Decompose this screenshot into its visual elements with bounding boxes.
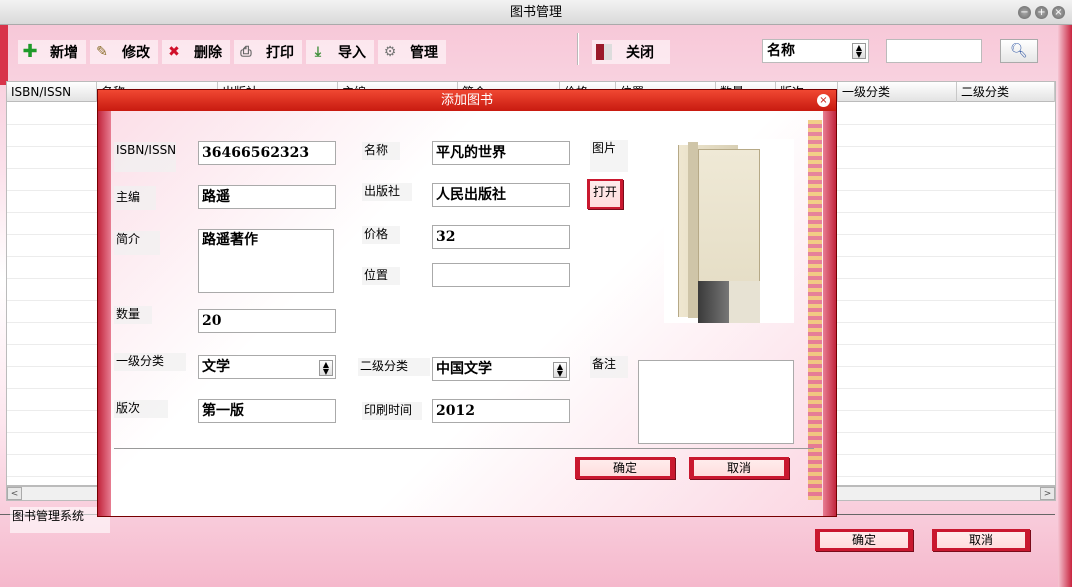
publisher-label: 出版社 [362,183,412,201]
add-book-dialog: 添加图书 × ISBN/ISSN 36466562323 主编 路遥 简介 路遥… [97,89,837,517]
image-label: 图片 [590,140,628,172]
editor-label: 主编 [114,186,156,210]
search-icon: 🔍︎ [1010,43,1028,59]
status-system-name: 图书管理系统 [10,507,110,533]
category1-select[interactable]: 文学 ▲ ▼ [198,355,336,379]
column-header[interactable]: 一级分类 [838,82,957,102]
close-button[interactable]: 关闭 [592,40,670,64]
dialog-separator [114,448,814,449]
dialog-close-icon[interactable]: × [817,94,830,107]
column-header[interactable]: ISBN/ISSN [7,82,97,102]
delete-button[interactable]: ✖ 删除 [162,40,230,64]
dialog-decor-pattern [808,120,822,500]
edit-button[interactable]: ✎ 修改 [90,40,158,64]
delete-x-icon: ✖ [168,44,180,60]
dialog-decor-right [823,111,836,516]
window-title: 图书管理 [509,5,562,20]
spinner-icon[interactable]: ▲ ▼ [319,360,333,376]
quantity-field[interactable]: 20 [198,309,336,333]
search-field-select[interactable]: 名称 ▲ ▼ [762,39,869,63]
close-window-icon[interactable]: × [1052,6,1065,19]
summary-textarea[interactable]: 路遥著作 [198,229,334,293]
decor-stripe-left [0,25,8,85]
name-field[interactable]: 平凡的世界 [432,141,570,165]
dialog-cancel-button[interactable]: 取消 [689,457,789,479]
location-label: 位置 [362,267,400,285]
printer-icon: ⎙ [240,44,252,60]
manage-button[interactable]: ⚙ 管理 [378,40,446,64]
quantity-label: 数量 [114,306,152,324]
remark-textarea[interactable] [638,360,794,444]
print-button[interactable]: ⎙ 打印 [234,40,302,64]
column-header[interactable]: 二级分类 [957,82,1055,102]
category1-label: 一级分类 [114,353,186,371]
summary-label: 简介 [114,231,160,255]
import-button[interactable]: ⤓ 导入 [306,40,374,64]
edit-label: 修改 [122,45,150,61]
exit-door-icon [596,44,612,60]
import-icon: ⤓ [314,44,322,60]
isbn-field[interactable]: 36466562323 [198,141,336,165]
scroll-right-icon[interactable]: > [1040,487,1055,500]
minimize-icon[interactable]: − [1018,6,1031,19]
book-spine [688,142,698,318]
category1-value: 文学 [202,359,230,375]
print-date-field[interactable]: 2012 [432,399,570,423]
decor-stripe-right [1058,25,1072,587]
book-portrait [698,281,760,323]
delete-label: 删除 [194,45,222,61]
edition-field[interactable]: 第一版 [198,399,336,423]
search-button[interactable]: 🔍︎ [1000,39,1038,63]
search-field-value: 名称 [767,43,795,59]
close-label: 关闭 [626,45,654,61]
search-input[interactable] [886,39,982,63]
dialog-decor-left [98,111,111,516]
scroll-left-icon[interactable]: < [7,487,22,500]
import-label: 导入 [338,45,366,61]
maximize-icon[interactable]: + [1035,6,1048,19]
spinner-icon[interactable]: ▲ ▼ [852,43,866,59]
footer-ok-button[interactable]: 确定 [815,529,913,551]
price-field[interactable]: 32 [432,225,570,249]
plus-icon: ✚ [22,41,38,62]
manage-label: 管理 [410,45,438,61]
category2-value: 中国文学 [436,361,492,377]
print-date-label: 印刷时间 [362,402,422,420]
publisher-field[interactable]: 人民出版社 [432,183,570,207]
dialog-titlebar: 添加图书 × [98,90,836,111]
dialog-title: 添加图书 [440,93,493,108]
add-label: 新增 [50,45,78,61]
add-button[interactable]: ✚ 新增 [18,40,86,64]
print-label: 打印 [266,45,294,61]
price-label: 价格 [362,226,400,244]
category2-label: 二级分类 [358,358,430,376]
footer-cancel-button[interactable]: 取消 [932,529,1030,551]
window-titlebar: 图书管理 − + × [0,0,1072,25]
category2-select[interactable]: 中国文学 ▲ ▼ [432,357,570,381]
toolbar-separator [577,33,579,65]
remark-label: 备注 [590,356,628,378]
open-image-button[interactable]: 打开 [587,179,623,209]
edition-label: 版次 [114,400,168,418]
dialog-ok-button[interactable]: 确定 [575,457,675,479]
spinner-icon[interactable]: ▲ ▼ [553,362,567,378]
name-label: 名称 [362,142,400,160]
pencil-icon: ✎ [96,44,108,60]
gear-icon: ⚙ [383,44,397,60]
editor-field[interactable]: 路遥 [198,185,336,209]
book-cover-image [664,139,794,323]
isbn-label: ISBN/ISSN [114,142,176,172]
location-field[interactable] [432,263,570,287]
toolbar: ✚ 新增 ✎ 修改 ✖ 删除 ⎙ 打印 ⤓ 导入 ⚙ 管理 [18,40,450,64]
